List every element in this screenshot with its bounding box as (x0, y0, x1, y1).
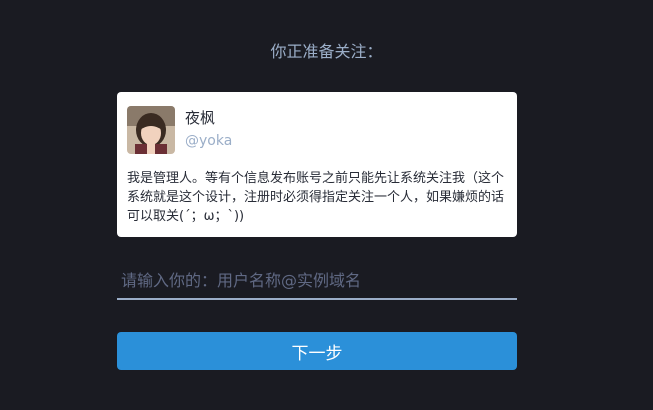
remote-handle-input[interactable] (117, 266, 517, 300)
account-card: 夜枫 @yoka 我是管理人。等有个信息发布账号之前只能先让系统关注我（这个系统… (117, 92, 517, 237)
display-name[interactable]: 夜枫 (185, 108, 215, 128)
follow-prompt: 你正准备关注： (270, 42, 383, 61)
next-button[interactable]: 下一步 (117, 332, 517, 370)
user-avatar-icon (127, 106, 175, 154)
account-bio: 我是管理人。等有个信息发布账号之前只能先让系统关注我（这个系统就是这个设计，注册… (127, 171, 505, 224)
avatar (127, 106, 175, 154)
username[interactable]: @yoka (185, 132, 232, 150)
